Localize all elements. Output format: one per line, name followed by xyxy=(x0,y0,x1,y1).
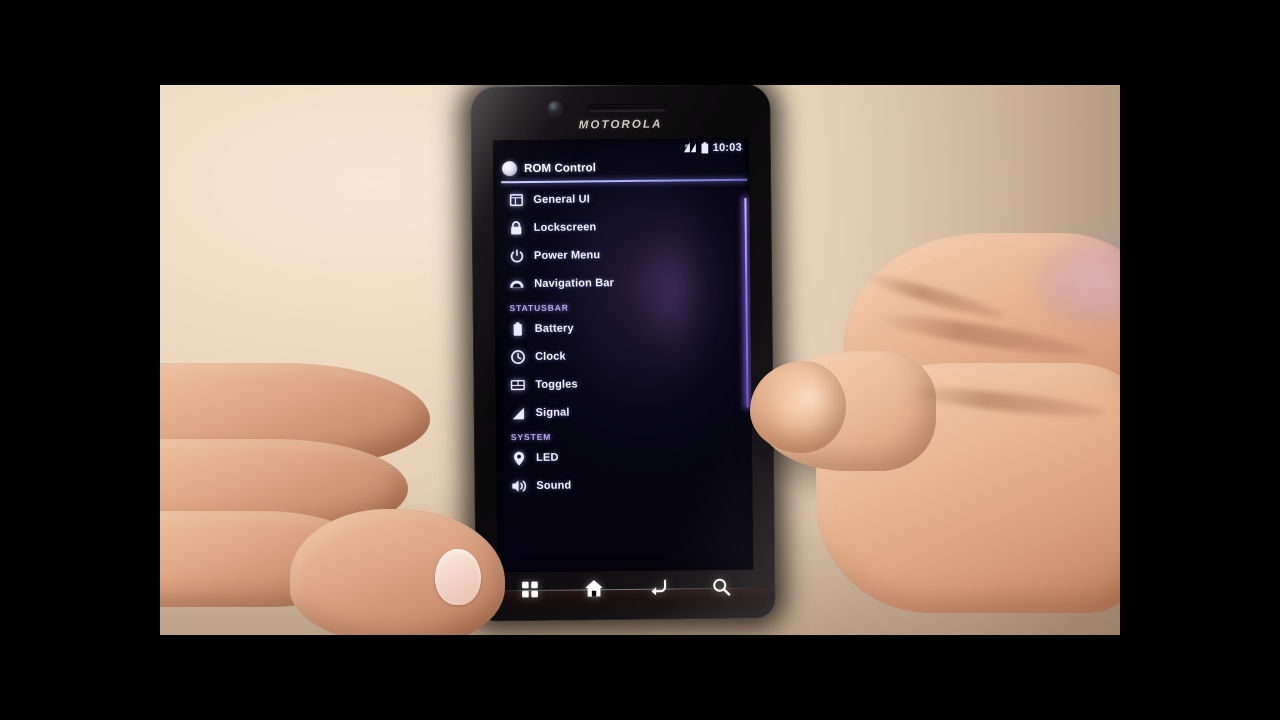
nav-home-button[interactable] xyxy=(578,575,608,601)
list-item-toggles[interactable]: Toggles xyxy=(495,369,751,400)
status-bar-clock: 10:03 xyxy=(712,141,742,154)
battery-icon xyxy=(510,322,525,337)
power-icon xyxy=(509,249,524,264)
list-item-label: Power Menu xyxy=(533,249,601,262)
settings-list: General UI Lockscreen Power Menu Navigat… xyxy=(493,181,752,501)
battery-icon xyxy=(701,141,709,154)
android-navigation-bar xyxy=(497,570,753,607)
toggles-icon xyxy=(510,378,525,393)
general-ui-icon xyxy=(508,193,523,208)
list-item-label: LED xyxy=(536,451,559,464)
nav-search-button[interactable] xyxy=(706,574,736,600)
list-item-label: Navigation Bar xyxy=(534,277,615,290)
list-item-label: Lockscreen xyxy=(533,221,597,234)
list-item-label: Battery xyxy=(534,322,574,335)
list-item-battery[interactable]: Battery xyxy=(495,313,751,344)
smartphone-device: MOTOROLA 10:03 ROM Control General UI Lo… xyxy=(470,85,776,622)
nav-menu-grid-button[interactable] xyxy=(514,576,544,602)
list-item-lockscreen[interactable]: Lockscreen xyxy=(494,212,750,243)
page-title: ROM Control xyxy=(524,161,597,175)
sound-icon xyxy=(511,479,527,494)
screenshot-root: MOTOROLA 10:03 ROM Control General UI Lo… xyxy=(0,0,1280,720)
nav-back-button[interactable] xyxy=(642,574,672,600)
list-item-navigation-bar[interactable]: Navigation Bar xyxy=(494,268,750,299)
clock-icon xyxy=(510,350,525,365)
list-item-label: Clock xyxy=(534,350,566,363)
list-item-led[interactable]: LED xyxy=(496,442,752,473)
app-header: ROM Control xyxy=(493,157,749,182)
list-item-sound[interactable]: Sound xyxy=(496,470,752,501)
motorola-brand-logo: MOTOROLA xyxy=(578,118,663,132)
signal-bars-icon xyxy=(683,142,697,153)
navigation-bar-icon xyxy=(509,277,524,292)
front-camera-icon xyxy=(548,101,562,115)
earpiece-speaker xyxy=(588,103,667,112)
list-item-signal[interactable]: Signal xyxy=(495,397,751,428)
video-frame: MOTOROLA 10:03 ROM Control General UI Lo… xyxy=(160,85,1120,635)
lock-icon xyxy=(509,221,524,236)
phone-screen: 10:03 ROM Control General UI Lockscreen … xyxy=(492,137,754,573)
rom-control-app-icon xyxy=(501,161,518,177)
led-icon xyxy=(511,451,526,466)
list-item-label: Signal xyxy=(535,406,570,419)
list-item-general-ui[interactable]: General UI xyxy=(493,184,749,215)
list-item-clock[interactable]: Clock xyxy=(495,341,751,372)
list-item-label: Toggles xyxy=(535,378,578,391)
signal-icon xyxy=(511,406,526,421)
list-item-power-menu[interactable]: Power Menu xyxy=(494,240,750,271)
list-item-label: General UI xyxy=(533,193,590,206)
list-item-label: Sound xyxy=(536,479,572,492)
